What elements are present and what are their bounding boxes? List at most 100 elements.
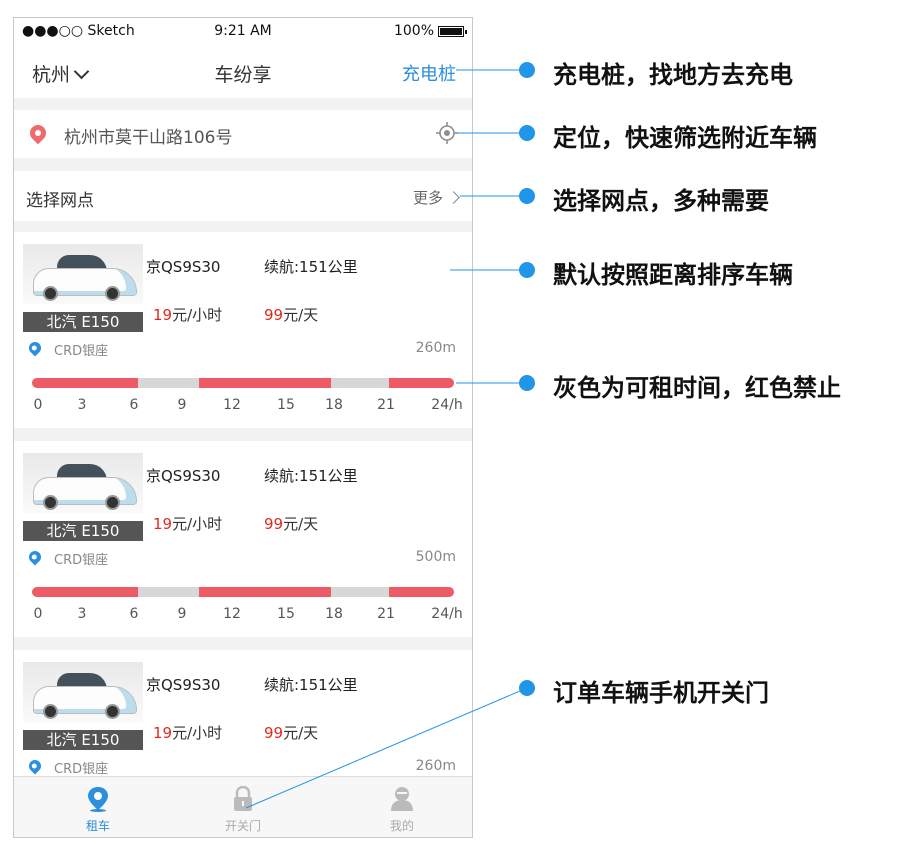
availability-segment-red xyxy=(388,587,454,597)
annotation-dot xyxy=(519,62,535,78)
daily-price-unit: 元/天 xyxy=(283,306,319,324)
spot-pin-icon xyxy=(26,757,44,775)
more-button[interactable]: 更多 xyxy=(412,187,460,208)
tab-label: 我的 xyxy=(389,819,414,833)
more-label: 更多 xyxy=(412,189,443,207)
battery-range: 续航:151公里 xyxy=(264,676,358,694)
hour-tick: 24/h xyxy=(431,397,463,413)
map-pin-icon xyxy=(88,787,108,812)
distance: 500m xyxy=(415,549,456,565)
car-card[interactable]: 北汽 E150 京QS9S30 续航:151公里 19元/小时 99元/天 CRD银座 26… xyxy=(14,232,472,428)
hour-tick: 15 xyxy=(277,606,295,622)
hourly-price-unit: 元/小时 xyxy=(172,515,223,533)
hourly-price: 19元/小时 xyxy=(153,304,222,325)
status-bar: ●●●○○ Sketch 9:21 AM 100% xyxy=(14,18,472,46)
daily-price-unit: 元/天 xyxy=(283,515,319,533)
car-card[interactable]: 北汽 E150 京QS9S30 续航:151公里 19元/小时 99元/天 CRD银座 50… xyxy=(14,441,472,637)
availability-segment-gray xyxy=(330,378,389,388)
hour-tick: 3 xyxy=(77,397,87,413)
annotation-station: 选择网点，多种需要 xyxy=(553,187,769,215)
annotation-sort: 默认按照距离排序车辆 xyxy=(553,261,793,289)
daily-price-unit: 元/天 xyxy=(283,724,319,742)
availability-segment-gray xyxy=(330,587,389,597)
car-photo xyxy=(23,662,143,722)
hour-tick: 3 xyxy=(77,606,87,622)
availability-segment-red xyxy=(32,587,138,597)
hourly-price: 19元/小时 xyxy=(153,513,222,534)
tab-door[interactable]: 开关门 xyxy=(193,777,293,837)
hour-tick: 24/h xyxy=(431,606,463,622)
daily-price: 99元/天 xyxy=(264,722,318,743)
phone-screen: ●●●○○ Sketch 9:21 AM 100% 杭州 车纷享 充电桩 杭州市… xyxy=(13,17,473,838)
daily-price-value: 99 xyxy=(264,515,284,533)
availability-bar xyxy=(32,378,454,388)
battery-range: 续航:151公里 xyxy=(264,467,358,485)
tab-profile[interactable]: 我的 xyxy=(352,777,452,837)
annotation-dot xyxy=(519,262,535,278)
charging-station-link[interactable]: 充电桩 xyxy=(402,60,456,86)
availability-segment-gray xyxy=(137,378,199,388)
car-model: 北汽 E150 xyxy=(23,521,143,541)
lock-icon xyxy=(234,786,252,811)
availability-segment-red xyxy=(199,587,331,597)
location-bar[interactable]: 杭州市莫干山路106号 xyxy=(14,110,472,158)
hour-axis: 0 3 6 9 12 15 18 21 24/h xyxy=(14,606,472,624)
annotation-dot xyxy=(519,375,535,391)
plate-number: 京QS9S30 xyxy=(146,467,221,485)
annotation-dot xyxy=(519,125,535,141)
car-model: 北汽 E150 xyxy=(23,730,143,750)
hour-tick: 18 xyxy=(325,397,343,413)
distance: 260m xyxy=(415,340,456,356)
locate-target-icon[interactable] xyxy=(436,122,458,144)
battery-percent: 100% xyxy=(393,23,434,39)
availability-segment-red xyxy=(388,378,454,388)
car-model: 北汽 E150 xyxy=(23,312,143,332)
annotation-dot xyxy=(519,680,535,696)
availability-segment-gray xyxy=(137,587,199,597)
location-pin-icon xyxy=(26,121,50,145)
plate-number: 京QS9S30 xyxy=(146,258,221,276)
hour-tick: 12 xyxy=(223,606,241,622)
hourly-price-value: 19 xyxy=(153,306,173,324)
battery-icon xyxy=(438,25,467,37)
daily-price: 99元/天 xyxy=(264,304,318,325)
hour-tick: 9 xyxy=(177,397,187,413)
battery-range: 续航:151公里 xyxy=(264,258,358,276)
hour-tick: 6 xyxy=(129,606,139,622)
tab-bar: 租车 开关门 我的 xyxy=(14,776,472,837)
annotation-dot xyxy=(519,188,535,204)
hourly-price-value: 19 xyxy=(153,515,173,533)
daily-price-value: 99 xyxy=(264,724,284,742)
availability-bar xyxy=(32,587,454,597)
hour-tick: 0 xyxy=(33,397,43,413)
tab-rent[interactable]: 租车 xyxy=(48,777,148,837)
parking-spot: CRD银座 xyxy=(54,553,109,568)
tab-label: 开关门 xyxy=(224,819,261,833)
hourly-price-value: 19 xyxy=(153,724,173,742)
availability-segment-red xyxy=(32,378,138,388)
tab-label: 租车 xyxy=(85,819,110,833)
hourly-price-unit: 元/小时 xyxy=(172,724,223,742)
annotation-availability: 灰色为可租时间，红色禁止 xyxy=(553,374,841,402)
parking-spot: CRD银座 xyxy=(54,762,109,777)
nav-bar: 杭州 车纷享 充电桩 xyxy=(14,46,472,98)
hour-tick: 12 xyxy=(223,397,241,413)
spot-pin-icon xyxy=(26,548,44,566)
station-label: 选择网点 xyxy=(26,191,94,211)
annotation-locate: 定位，快速筛选附近车辆 xyxy=(553,124,817,152)
plate-number: 京QS9S30 xyxy=(146,676,221,694)
hour-tick: 18 xyxy=(325,606,343,622)
battery-status: 100% xyxy=(393,23,467,39)
hour-axis: 0 3 6 9 12 15 18 21 24/h xyxy=(14,397,472,415)
parking-spot: CRD银座 xyxy=(54,344,109,359)
car-photo xyxy=(23,453,143,513)
hour-tick: 6 xyxy=(129,397,139,413)
annotation-charging: 充电桩，找地方去充电 xyxy=(553,61,793,89)
annotation-door: 订单车辆手机开关门 xyxy=(553,679,769,707)
station-selector[interactable]: 选择网点 更多 xyxy=(14,171,472,221)
hour-tick: 21 xyxy=(377,606,395,622)
hourly-price: 19元/小时 xyxy=(153,722,222,743)
hour-tick: 15 xyxy=(277,397,295,413)
availability-segment-red xyxy=(199,378,331,388)
hour-tick: 9 xyxy=(177,606,187,622)
